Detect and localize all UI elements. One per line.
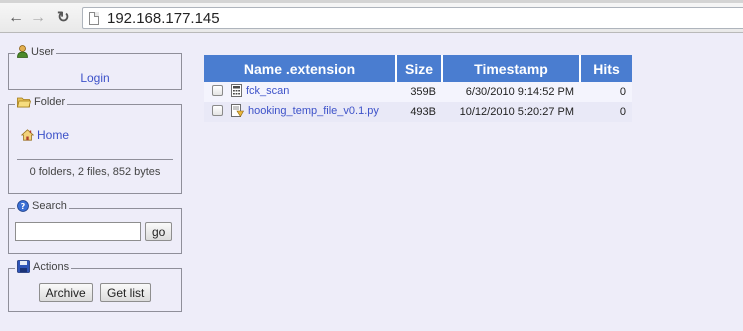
file-hits-cell: 0 [580,82,633,102]
user-panel-title: User [31,46,55,58]
actions-panel: Actions Archive Get list [8,260,182,312]
column-header-size[interactable]: Size [396,55,444,82]
search-panel-title: Search [32,200,67,212]
actions-panel-title: Actions [33,261,70,273]
calculator-file-icon [231,84,242,100]
archive-button[interactable]: Archive [38,283,93,302]
page-icon [89,12,99,25]
folder-icon [16,96,32,112]
save-icon [17,260,30,277]
address-bar-url[interactable]: 192.168.177.145 [107,9,220,28]
file-name-cell: fck_scan [204,82,396,102]
file-size-cell: 493B [396,102,443,122]
folder-summary: 0 folders, 2 files, 852 bytes [29,166,161,178]
file-name-cell: hooking_temp_file_v0.1.py [204,102,396,122]
home-link[interactable]: Home [37,128,69,142]
table-header-row: Name .extension Size Timestamp Hits [204,55,633,82]
svg-text:?: ? [21,202,26,211]
file-size-cell: 359B [396,82,443,102]
login-link[interactable]: Login [15,71,175,85]
forward-button[interactable]: → [30,8,46,28]
file-timestamp-cell: 10/12/2010 5:20:27 PM [442,102,581,122]
search-input[interactable] [15,222,141,241]
column-header-hits[interactable]: Hits [580,55,633,82]
get-list-button[interactable]: Get list [100,283,152,302]
file-timestamp-cell: 6/30/2010 9:14:52 PM [442,82,581,102]
folder-panel: Folder Home 0 folders, 2 files, 852 byte… [8,96,182,194]
file-link[interactable]: fck_scan [246,85,289,97]
search-row: go [15,222,175,241]
folder-panel-title: Folder [34,96,66,108]
reload-button[interactable]: ↻ [57,8,70,28]
table-row: hooking_temp_file_v0.1.py 493B 10/12/201… [204,102,633,122]
home-icon [20,129,35,144]
home-link-row[interactable]: Home [20,128,175,144]
row-checkbox[interactable] [212,85,223,96]
browser-toolbar: ← → ↻ 192.168.177.145 [0,3,743,33]
file-hits-cell: 0 [580,102,633,122]
file-link[interactable]: hooking_temp_file_v0.1.py [248,105,379,117]
row-checkbox[interactable] [212,105,223,116]
table-row: fck_scan 359B 6/30/2010 9:14:52 PM 0 [204,82,633,102]
search-go-button[interactable]: go [145,222,173,241]
file-table: Name .extension Size Timestamp Hits fck_… [204,55,633,122]
user-icon [17,45,28,62]
actions-row: Archive Get list [15,283,175,302]
column-header-name[interactable]: Name .extension [204,55,397,82]
folder-divider [17,159,173,160]
user-panel: User Login [8,45,182,90]
back-button[interactable]: ← [8,8,24,28]
help-icon: ? [17,200,29,216]
address-bar[interactable]: 192.168.177.145 [82,7,743,29]
script-file-icon [231,104,245,120]
search-panel: ? Search go [8,200,182,254]
column-header-timestamp[interactable]: Timestamp [442,55,582,82]
